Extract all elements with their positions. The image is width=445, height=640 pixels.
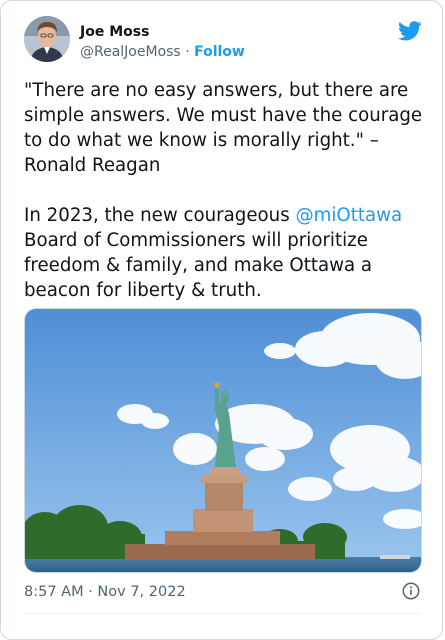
author-block: Joe Moss @RealJoeMoss · Follow — [80, 23, 245, 61]
mention-link[interactable]: @miOttawa — [295, 205, 402, 226]
tweet-timestamp[interactable]: 8:57 AM · Nov 7, 2022 — [24, 584, 186, 600]
follow-button[interactable]: Follow — [194, 44, 245, 60]
tweet-line2-prefix: In 2023, the new courageous — [24, 205, 296, 226]
tweet-header: Joe Moss @RealJoeMoss · Follow — [24, 16, 424, 66]
tweet-line2-suffix: Board of Commissioners will prioritize f… — [24, 230, 373, 301]
meta-separator: · — [185, 44, 190, 60]
tweet-card: Joe Moss @RealJoeMoss · Follow "There ar… — [0, 0, 443, 640]
avatar[interactable] — [24, 16, 70, 62]
divider — [24, 613, 420, 614]
info-icon[interactable] — [402, 582, 420, 600]
avatar-image — [24, 16, 70, 62]
author-meta: @RealJoeMoss · Follow — [80, 43, 245, 61]
tweet-text: "There are no easy answers, but there ar… — [24, 78, 424, 303]
author-handle[interactable]: @RealJoeMoss — [80, 44, 181, 60]
author-name[interactable]: Joe Moss — [80, 23, 245, 41]
tweet-quote: "There are no easy answers, but there ar… — [24, 80, 423, 176]
tweet-photo[interactable] — [24, 308, 422, 573]
statue-of-liberty-photo — [25, 309, 421, 572]
twitter-bird-icon[interactable] — [398, 20, 422, 42]
